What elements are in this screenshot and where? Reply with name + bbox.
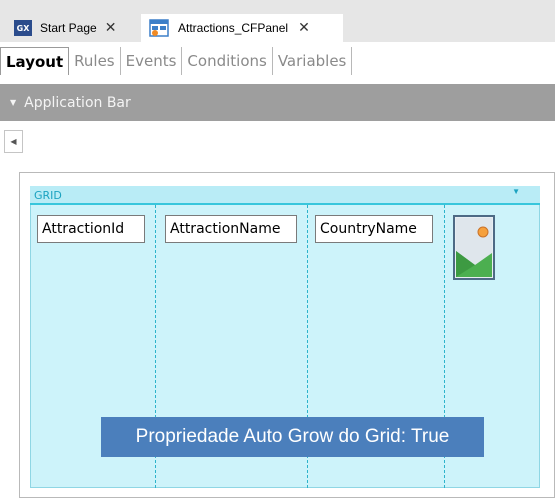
tab-rules[interactable]: Rules	[69, 47, 121, 75]
attractionname-field[interactable]: AttractionName	[165, 215, 297, 243]
attractionid-field[interactable]: AttractionId	[37, 215, 145, 243]
panel-icon	[149, 19, 169, 37]
application-bar[interactable]: ▼ Application Bar	[0, 84, 555, 121]
tab-layout[interactable]: Layout	[0, 47, 70, 75]
grid-title: GRID	[34, 189, 62, 202]
grid-header[interactable]: GRID ▼	[30, 186, 540, 205]
tab-variables[interactable]: Variables	[273, 47, 353, 75]
document-tab-strip: GX Start Page ✕ Attractions_CFPanel ✕	[0, 0, 555, 42]
close-icon[interactable]: ✕	[298, 20, 310, 36]
tab-start-page[interactable]: GX Start Page ✕	[0, 14, 141, 42]
countryname-field[interactable]: CountryName	[315, 215, 433, 243]
application-bar-label: Application Bar	[24, 94, 131, 111]
tab-label: Attractions_CFPanel	[178, 21, 289, 35]
tab-conditions[interactable]: Conditions	[182, 47, 273, 75]
tab-label: Start Page	[40, 21, 97, 35]
chevron-left-icon: ◀	[10, 137, 17, 146]
chevron-down-icon: ▼	[10, 98, 17, 107]
tab-events[interactable]: Events	[121, 47, 183, 75]
editor-subtabs: Layout Rules Events Conditions Variables	[0, 47, 353, 75]
gx-logo-icon: GX	[14, 20, 32, 36]
image-placeholder-icon[interactable]	[453, 215, 495, 280]
chevron-down-icon[interactable]: ▼	[512, 187, 520, 196]
close-icon[interactable]: ✕	[105, 20, 117, 36]
caption-banner: Propriedade Auto Grow do Grid: True	[101, 417, 484, 457]
collapse-button[interactable]: ◀	[4, 130, 23, 153]
tab-attractions-cfpanel[interactable]: Attractions_CFPanel ✕	[141, 14, 343, 42]
